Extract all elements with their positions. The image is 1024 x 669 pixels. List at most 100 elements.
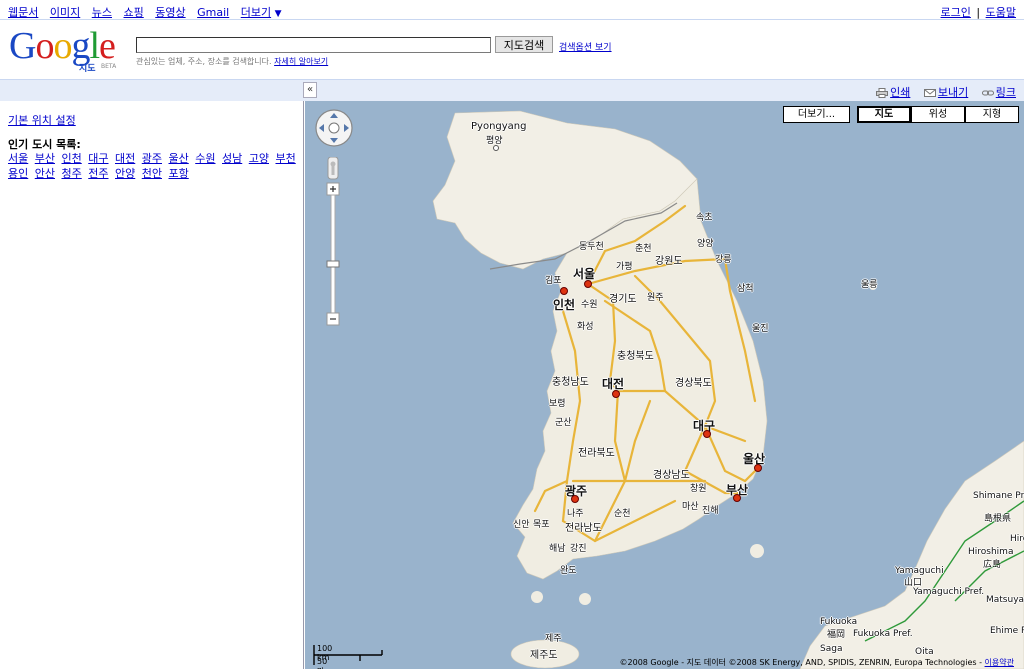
nav-news[interactable]: 뉴스	[92, 6, 112, 19]
map-label: 목포	[533, 520, 550, 530]
nav-web[interactable]: 웹문서	[8, 6, 38, 19]
collapse-panel-button[interactable]: «	[303, 82, 317, 98]
city-link[interactable]: 고양	[249, 152, 269, 165]
map-label: 대전	[602, 377, 625, 391]
map-label: 제주도	[530, 650, 558, 661]
search-input[interactable]	[136, 37, 491, 53]
map-label: 완도	[560, 566, 577, 576]
city-link[interactable]: 용인	[8, 167, 28, 180]
map-label: Oita	[915, 647, 934, 657]
logo-wordmark: Google	[9, 25, 116, 67]
map-label: 삼척	[737, 284, 754, 294]
map-type-terrain-button[interactable]: 지형	[965, 106, 1019, 123]
map-label: 진해	[702, 506, 719, 516]
scale-mile-label: 50 마일	[317, 657, 328, 669]
pan-control[interactable]	[314, 108, 354, 148]
google-maps-logo[interactable]: Google 지도 BETA	[9, 25, 129, 74]
map-canvas[interactable]: Pyongyang 평양 속초 양양 동두천 춘천 가평 강원도 강릉 삼척 김…	[305, 101, 1024, 669]
city-link[interactable]: 대전	[115, 152, 135, 165]
login-link[interactable]: 로그인	[941, 6, 971, 19]
print-link[interactable]: 인쇄	[890, 86, 910, 99]
map-label: 수원	[581, 300, 598, 310]
map-label: 동두천	[579, 242, 604, 252]
map-label: Saga	[820, 644, 843, 654]
city-link[interactable]: 천안	[142, 167, 162, 180]
link-action[interactable]: 링크	[981, 86, 1016, 99]
terms-link[interactable]: 이용약관	[985, 658, 1014, 667]
map-label: 원주	[647, 293, 664, 303]
map-label: 울릉	[861, 280, 878, 290]
island	[579, 593, 591, 605]
map-label: 인천	[553, 298, 576, 312]
map-label: 양양	[697, 239, 714, 249]
city-link[interactable]: 전주	[88, 167, 108, 180]
beta-badge: BETA	[101, 63, 117, 70]
nav-shopping[interactable]: 쇼핑	[124, 6, 144, 19]
left-panel: 기본 위치 설정 인기 도시 목록: 서울 부산 인천 대구 대전 광주 울산 …	[0, 101, 304, 669]
map-label: 강원도	[655, 256, 683, 267]
logo-subtitle: 지도	[79, 64, 96, 74]
pegman-icon	[330, 161, 336, 167]
city-list: 서울 부산 인천 대구 대전 광주 울산 수원 성남 고양 부천 용인 안산 청…	[8, 151, 300, 181]
nav-images[interactable]: 이미지	[50, 6, 80, 19]
map-label: 広島	[983, 560, 1002, 570]
send-link[interactable]: 보내기	[938, 86, 968, 99]
map-search-button[interactable]: 지도검색	[495, 36, 553, 53]
map-type-satellite-button[interactable]: 위성	[911, 106, 965, 123]
city-link[interactable]: 대구	[88, 152, 108, 165]
city-link[interactable]: 안양	[115, 167, 135, 180]
copyright-text: ©2008 Google - 지도 데이터 ©2008 SK Energy, A…	[619, 658, 982, 667]
map-label: 경상남도	[653, 470, 690, 481]
city-link[interactable]: 부산	[35, 152, 55, 165]
map-label: Pyongyang	[471, 121, 527, 132]
city-marker	[733, 494, 741, 502]
city-link[interactable]: 포항	[169, 167, 189, 180]
map-label: Matsuyam	[986, 595, 1024, 605]
city-link[interactable]: 성남	[222, 152, 242, 165]
default-location-link[interactable]: 기본 위치 설정	[8, 112, 76, 128]
user-links: 로그인 | 도움말	[941, 4, 1016, 20]
map-type-map-button[interactable]: 지도	[857, 106, 911, 123]
city-link[interactable]: 부천	[276, 152, 296, 165]
city-link[interactable]: 울산	[169, 152, 189, 165]
map-label: Fukuoka Pref.	[853, 629, 913, 639]
top-bar: 웹문서 이미지 뉴스 쇼핑 동영상 Gmail 더보기 ▼ 로그인 | 도움말	[0, 0, 1024, 20]
city-link[interactable]: 청주	[62, 167, 82, 180]
map-type-more-button[interactable]: 더보기...	[783, 106, 850, 123]
map-label: 해남	[549, 544, 566, 554]
island	[531, 591, 543, 603]
learn-more-link[interactable]: 자세히 알아보기	[274, 57, 328, 66]
city-marker	[703, 430, 711, 438]
map-label: 순천	[614, 509, 631, 519]
city-marker	[571, 495, 579, 503]
send-action[interactable]: 보내기	[923, 86, 972, 99]
link-link[interactable]: 링크	[996, 86, 1016, 99]
map-label: 제주	[545, 634, 562, 644]
city-marker	[584, 280, 592, 288]
city-link[interactable]: 인천	[62, 152, 82, 165]
map-label: 김포	[545, 276, 562, 286]
city-marker	[612, 390, 620, 398]
city-link[interactable]: 안산	[35, 167, 55, 180]
print-action[interactable]: 인쇄	[876, 86, 914, 99]
help-link[interactable]: 도움말	[986, 6, 1016, 19]
zoom-slider[interactable]	[326, 157, 340, 327]
nav-more[interactable]: 더보기	[241, 6, 271, 19]
city-link[interactable]: 수원	[195, 152, 215, 165]
top-divider	[0, 19, 1024, 20]
island	[750, 544, 764, 558]
popular-cities-heading: 인기 도시 목록:	[8, 138, 81, 151]
city-link[interactable]: 광주	[142, 152, 162, 165]
search-options-link[interactable]: 검색옵션 보기	[559, 40, 612, 53]
nav-video[interactable]: 동영상	[155, 6, 185, 19]
map-label: Ehime P	[990, 626, 1024, 636]
nav-gmail[interactable]: Gmail	[197, 6, 229, 19]
map-label: Fukuoka	[820, 617, 858, 627]
city-link[interactable]: 서울	[8, 152, 28, 165]
chevron-down-icon[interactable]: ▼	[275, 9, 282, 19]
search-hint: 관심있는 업체, 주소, 장소를 검색합니다. 자세히 알아보기	[136, 56, 328, 67]
action-bar: « 인쇄 보내기 링크	[0, 79, 1024, 101]
map-label: 창원	[690, 484, 707, 494]
map-label: 보령	[549, 399, 566, 409]
separator: |	[976, 6, 981, 19]
